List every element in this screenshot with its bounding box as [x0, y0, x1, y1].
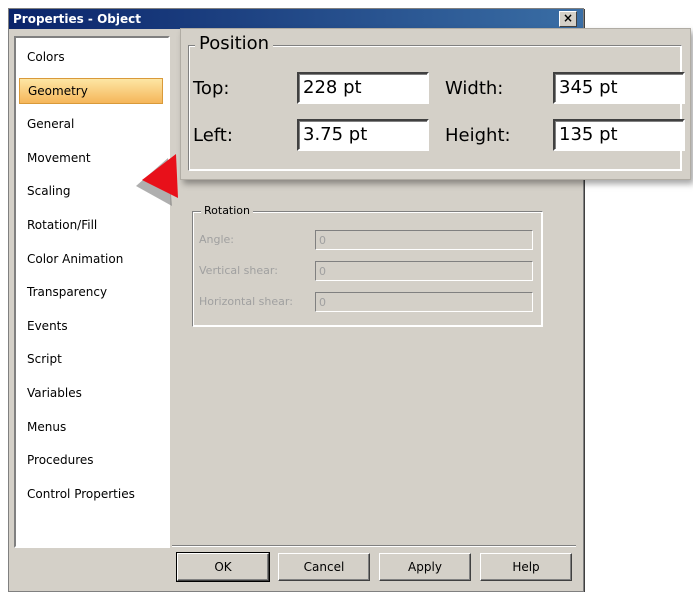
- top-label: Top:: [193, 78, 230, 99]
- callout-arrow-icon: [136, 154, 178, 206]
- horizontal-shear-label: Horizontal shear:: [199, 295, 293, 308]
- width-label: Width:: [445, 78, 504, 99]
- button-bar: OK Cancel Apply Help: [9, 545, 583, 591]
- sidebar-item-colors[interactable]: Colors: [19, 44, 163, 70]
- angle-label: Angle:: [199, 233, 235, 246]
- position-legend: Position: [195, 33, 274, 54]
- sidebar-item-procedures[interactable]: Procedures: [19, 447, 163, 473]
- apply-button[interactable]: Apply: [379, 553, 471, 581]
- window-title: Properties - Object: [13, 12, 141, 26]
- horizontal-shear-field[interactable]: 0: [315, 292, 533, 312]
- close-button[interactable]: ×: [559, 11, 577, 27]
- vertical-shear-label: Vertical shear:: [199, 264, 278, 277]
- sidebar-item-rotation-fill[interactable]: Rotation/Fill: [19, 212, 163, 238]
- sidebar-item-general[interactable]: General: [19, 111, 163, 137]
- button-bar-separator: [172, 545, 576, 547]
- position-zoom-panel: Position Top: 228 pt Width: 345 pt Left:…: [180, 28, 691, 180]
- help-button[interactable]: Help: [480, 553, 572, 581]
- title-bar[interactable]: Properties - Object ×: [9, 9, 583, 29]
- ok-button[interactable]: OK: [176, 552, 270, 582]
- angle-field[interactable]: 0: [315, 230, 533, 250]
- category-list: Colors Geometry General Movement Scaling Rota…: [14, 36, 170, 548]
- sidebar-item-geometry[interactable]: Geometry: [19, 77, 163, 104]
- rotation-group: Rotation Angle: 0 Vertical shear: 0 Hori…: [192, 204, 543, 327]
- width-input[interactable]: 345 pt: [553, 72, 685, 104]
- height-input[interactable]: 135 pt: [553, 119, 685, 151]
- sidebar-item-events[interactable]: Events: [19, 313, 163, 339]
- vertical-shear-field[interactable]: 0: [315, 261, 533, 281]
- rotation-legend: Rotation: [201, 204, 254, 217]
- position-group: Position Top: 228 pt Width: 345 pt Left:…: [188, 33, 685, 171]
- sidebar-item-menus[interactable]: Menus: [19, 414, 163, 440]
- top-input[interactable]: 228 pt: [297, 72, 429, 104]
- sidebar-item-color-animation[interactable]: Color Animation: [19, 246, 163, 272]
- left-label: Left:: [193, 125, 233, 146]
- left-input[interactable]: 3.75 pt: [297, 119, 429, 151]
- sidebar-item-variables[interactable]: Variables: [19, 380, 163, 406]
- sidebar-item-control-properties[interactable]: Control Properties: [19, 481, 163, 507]
- sidebar-item-transparency[interactable]: Transparency: [19, 279, 163, 305]
- sidebar-item-script[interactable]: Script: [19, 346, 163, 372]
- height-label: Height:: [445, 125, 511, 146]
- cancel-button[interactable]: Cancel: [278, 553, 370, 581]
